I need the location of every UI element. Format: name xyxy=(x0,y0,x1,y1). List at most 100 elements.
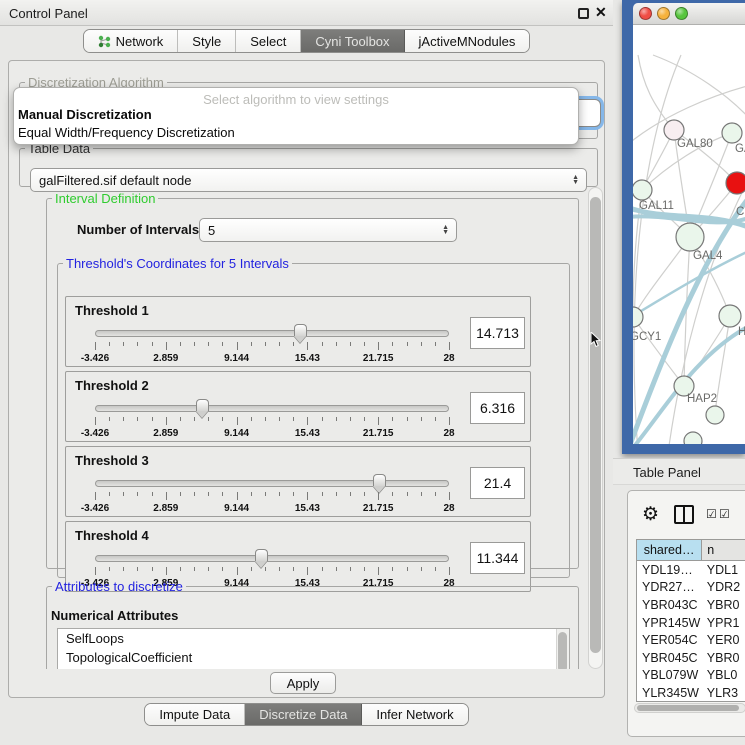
table-row[interactable]: YDL19…YDL1 xyxy=(637,561,745,579)
float-window-icon[interactable] xyxy=(578,8,589,19)
table-row[interactable]: YER054CYER0 xyxy=(637,631,745,649)
control-panel-titlebar: Control Panel ✕ xyxy=(0,0,613,26)
table-toolbar: ⚙ ☑ ☑ xyxy=(628,491,745,538)
popup-options: Manual DiscretizationEqual Width/Frequen… xyxy=(14,106,578,142)
node-table[interactable]: shared…n YDL19…YDL1YDR27…YDR2YBR043CYBR0… xyxy=(636,539,745,702)
network-canvas[interactable]: GAL80GACGAL11GAL4GCY1HHAP2 xyxy=(633,25,745,444)
slider-tick-labels: -3.4262.8599.14415.4321.71528 xyxy=(95,428,449,440)
network-node[interactable] xyxy=(722,123,742,143)
numerical-attributes-label: Numerical Attributes xyxy=(51,608,178,623)
table-row[interactable]: YDR27…YDR2 xyxy=(637,579,745,597)
tab-select[interactable]: Select xyxy=(236,30,301,52)
tab-label: Impute Data xyxy=(159,707,230,722)
thresholds-group: Threshold's Coordinates for 5 Intervals … xyxy=(57,256,570,578)
slider-ticks xyxy=(95,492,449,501)
table-row[interactable]: YPR145WYPR1 xyxy=(637,614,745,632)
table-cell: YBR045C xyxy=(637,649,703,667)
settings-scrollpane: Interval Definition Number of Intervals … xyxy=(19,187,603,669)
mac-minimize-button[interactable] xyxy=(657,7,670,20)
thresholds-group-label: Threshold's Coordinates for 5 Intervals xyxy=(63,256,292,271)
tab-network[interactable]: Network xyxy=(84,30,179,52)
popup-option[interactable]: Manual Discretization xyxy=(14,106,578,124)
slider-thumb[interactable] xyxy=(195,399,210,418)
attribute-item[interactable]: TopologicalCoefficient xyxy=(58,648,569,667)
network-node[interactable] xyxy=(726,172,745,194)
table-row[interactable]: YBL079WYBL0 xyxy=(637,667,745,685)
checkbox-icon[interactable]: ☑ xyxy=(706,507,717,521)
control-panel-window: Control Panel ✕ Network StyleSelect Cyni T… xyxy=(0,0,613,745)
network-node-label: H xyxy=(738,326,745,338)
mac-close-button[interactable] xyxy=(639,7,652,20)
bottom-tab-impute-data[interactable]: Impute Data xyxy=(145,704,245,725)
table-cell: YBR0 xyxy=(703,596,745,614)
table-row[interactable]: YBR043CYBR0 xyxy=(637,596,745,614)
slider-thumb[interactable] xyxy=(293,324,308,343)
close-icon[interactable]: ✕ xyxy=(595,4,607,21)
checkbox-icon[interactable]: ☑ xyxy=(719,507,730,521)
cyni-toolbox-panel: Discretization Algorithm Select algorith… xyxy=(8,60,605,698)
tab-style[interactable]: Style xyxy=(178,30,236,52)
network-node[interactable] xyxy=(719,305,741,327)
network-node-label: GCY1 xyxy=(633,331,661,343)
popup-option[interactable]: Equal Width/Frequency Discretization xyxy=(14,124,578,142)
interval-definition-group: Interval Definition Number of Intervals … xyxy=(46,191,579,569)
network-node[interactable] xyxy=(684,432,702,444)
network-icon xyxy=(98,35,111,48)
apply-button[interactable]: Apply xyxy=(270,672,336,694)
attribute-item[interactable]: SelfLoops xyxy=(58,629,569,648)
network-node[interactable] xyxy=(706,406,724,424)
tick-label: 9.144 xyxy=(224,353,249,364)
tab-label: Network xyxy=(116,34,164,49)
numerical-attributes-list[interactable]: SelfLoopsTopologicalCoefficientBetweenne… xyxy=(57,628,570,669)
table-column-header[interactable]: n xyxy=(702,540,745,561)
tick-label: 9.144 xyxy=(224,428,249,439)
table-panel-title: Table Panel xyxy=(633,465,701,480)
gear-icon[interactable]: ⚙ xyxy=(642,503,659,526)
bottom-tab-discretize-data[interactable]: Discretize Data xyxy=(245,704,362,725)
mouse-cursor xyxy=(590,332,602,348)
table-horizontal-scrollbar[interactable] xyxy=(634,703,745,713)
columns-icon[interactable] xyxy=(674,505,694,524)
threshold-slider[interactable]: -3.4262.8599.14415.4321.71528 xyxy=(88,473,456,517)
table-cell: YBL0 xyxy=(703,667,745,685)
threshold-value[interactable]: 11.344 xyxy=(470,542,525,574)
slider-track xyxy=(95,480,449,487)
number-of-intervals-combobox[interactable]: 5 ▲▼ xyxy=(199,218,457,242)
attribute-item[interactable]: BetweennessCentrality xyxy=(58,667,569,669)
table-cell: YBR0 xyxy=(703,649,745,667)
threshold-value[interactable]: 14.713 xyxy=(470,317,525,349)
bottom-tab-infer-network[interactable]: Infer Network xyxy=(362,704,467,725)
tab-cyni-toolbox[interactable]: Cyni Toolbox xyxy=(301,30,404,52)
attributes-scrollbar[interactable] xyxy=(556,629,569,669)
network-node[interactable] xyxy=(664,120,684,140)
tick-label: 2.859 xyxy=(153,353,178,364)
tab-jactivemnodules[interactable]: jActiveMNodules xyxy=(405,30,530,52)
algorithm-dropdown-popup: Select algorithm to view settings Manual… xyxy=(13,87,579,145)
attributes-group-label: Attributes to discretize xyxy=(52,579,186,594)
top-tab-group: Network StyleSelect Cyni Toolbox jActiveMNo… xyxy=(83,29,531,53)
network-node[interactable] xyxy=(676,223,704,251)
network-node-label: GAL11 xyxy=(639,200,674,212)
settings-scrollbar[interactable] xyxy=(588,187,603,669)
threshold-value[interactable]: 21.4 xyxy=(470,467,525,499)
slider-thumb[interactable] xyxy=(254,549,269,568)
threshold-slider[interactable]: -3.4262.8599.14415.4321.71528 xyxy=(88,398,456,442)
mac-zoom-button[interactable] xyxy=(675,7,688,20)
tick-label: -3.426 xyxy=(81,503,109,514)
table-cell: YBL079W xyxy=(637,667,703,685)
tick-label: 21.715 xyxy=(363,353,394,364)
network-node[interactable] xyxy=(633,180,652,200)
tick-label: 9.144 xyxy=(224,503,249,514)
top-tab-bar: Network StyleSelect Cyni Toolbox jActiveMNo… xyxy=(0,29,613,56)
threshold-slider[interactable]: -3.4262.8599.14415.4321.71528 xyxy=(88,323,456,367)
tab-label: Cyni Toolbox xyxy=(315,34,389,49)
table-row[interactable]: YLR345WYLR3 xyxy=(637,684,745,702)
table-column-header[interactable]: shared… xyxy=(637,540,702,561)
threshold-value[interactable]: 6.316 xyxy=(470,392,525,424)
slider-thumb[interactable] xyxy=(372,474,387,493)
network-window-titlebar xyxy=(633,3,745,25)
table-panel-titlebar: Table Panel xyxy=(613,458,745,485)
table-row[interactable]: YBR045CYBR0 xyxy=(637,649,745,667)
bottom-tab-group: Impute Data Discretize DataInfer Network xyxy=(144,703,468,726)
table-cell: YDL1 xyxy=(703,561,745,579)
